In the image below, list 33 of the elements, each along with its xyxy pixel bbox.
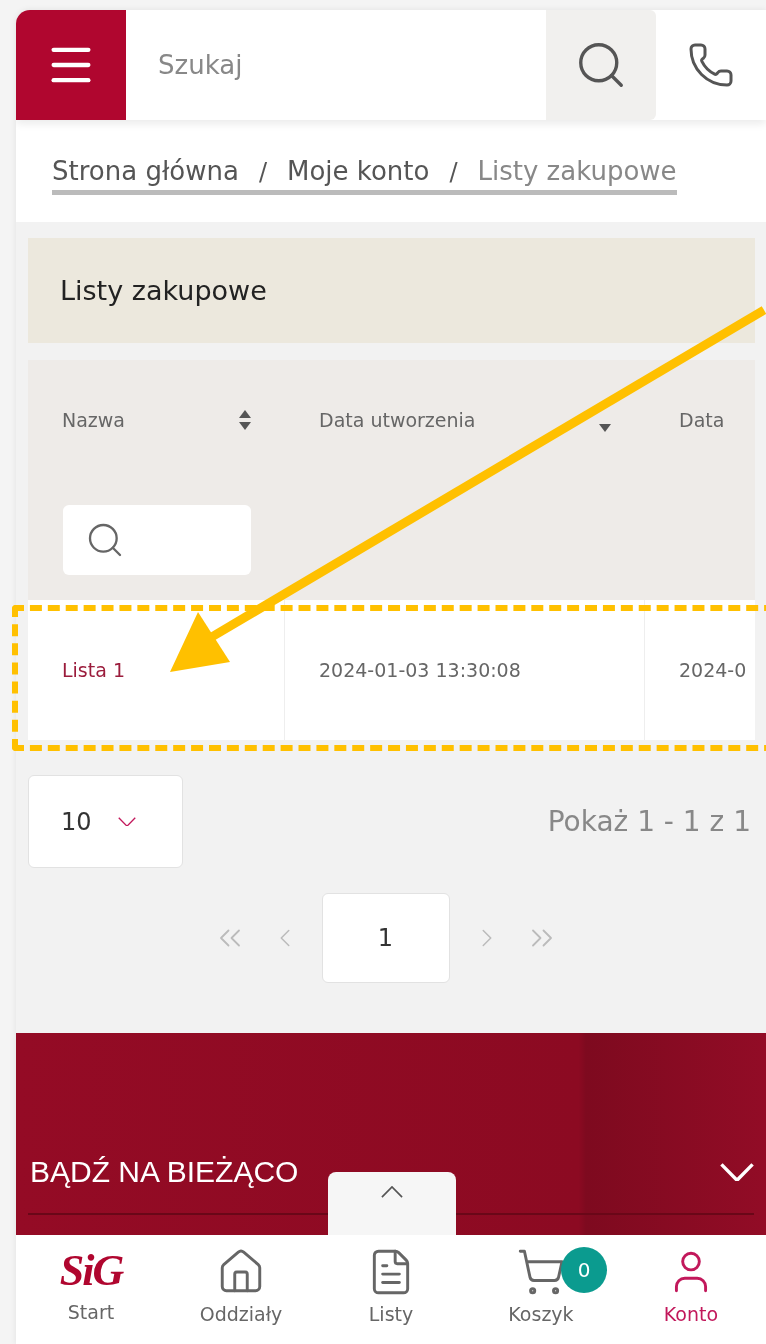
breadcrumb-link[interactable]: Listy zakupowe: [477, 156, 677, 186]
breadcrumb-separator: /: [258, 158, 267, 186]
page-button[interactable]: 1: [321, 893, 450, 983]
nav-item[interactable]: Konto: [616, 1235, 766, 1344]
page-title: Listy zakupowe: [28, 238, 755, 343]
page-size-select[interactable]: 10: [28, 775, 183, 868]
breadcrumb-link[interactable]: Strona główna: [52, 156, 239, 186]
filter-field[interactable]: [63, 505, 251, 575]
column-header[interactable]: Data: [679, 409, 725, 431]
cart-count-badge: 0: [561, 1247, 607, 1293]
phone-icon: [687, 41, 735, 89]
sort-icon[interactable]: [239, 410, 251, 430]
search-field[interactable]: Szukaj: [126, 10, 546, 120]
breadcrumb-separator: /: [449, 158, 458, 186]
breadcrumb-link[interactable]: Moje konto: [286, 156, 430, 186]
search-button[interactable]: [546, 10, 656, 120]
chevron-up-icon: [381, 1186, 403, 1199]
nav-item[interactable]: Koszyk 0: [466, 1235, 616, 1344]
table-cell: 2024-01-03 13:30:08: [285, 600, 645, 740]
results-summary: Pokaż 1 - 1 z 1: [547, 805, 751, 838]
phone-button[interactable]: [656, 10, 766, 120]
menu-button[interactable]: [16, 10, 126, 120]
column-header[interactable]: Data utworzenia: [319, 409, 476, 431]
table-cell: 2024-0: [645, 600, 755, 740]
nav-item[interactable]: Oddziały: [166, 1235, 316, 1344]
sort-descending-icon[interactable]: [599, 424, 611, 432]
logo: SiG: [59, 1247, 123, 1295]
column-header[interactable]: Nazwa: [62, 409, 125, 431]
scroll-top-button[interactable]: [328, 1172, 456, 1235]
chevron-down-icon: [117, 816, 136, 827]
nav-item[interactable]: SiG Start: [16, 1235, 166, 1344]
nav-item[interactable]: Listy: [316, 1235, 466, 1344]
chevron-down-icon: [720, 1162, 754, 1182]
